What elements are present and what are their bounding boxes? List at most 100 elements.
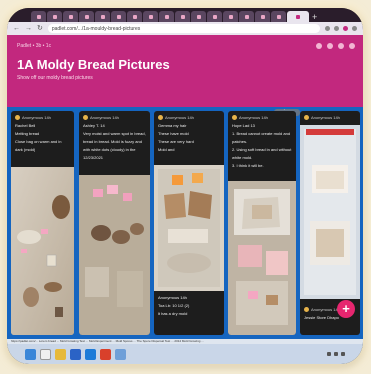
post-card[interactable]: Anonymous 14h Gemma my hair These have m… xyxy=(154,111,224,335)
post-card[interactable]: Anonymous 14h Rachel Bell Melting bread … xyxy=(11,111,74,335)
reload-icon[interactable]: ↻ xyxy=(37,25,43,32)
wifi-icon[interactable] xyxy=(327,352,331,356)
breadcrumb[interactable]: Padlet • 3b • 1c xyxy=(17,43,51,49)
post-line: lt has a dry mold xyxy=(158,311,188,316)
browser-tab[interactable] xyxy=(207,11,222,22)
tab-favicon-icon xyxy=(52,14,57,19)
browser-toolbar-icons xyxy=(325,26,357,31)
post-line: 3. I think it will be. xyxy=(232,163,264,168)
post-line: bread in bread. Mold is fuzzy and xyxy=(83,139,142,144)
browser-tab[interactable] xyxy=(159,11,174,22)
post-line: dark (mold) xyxy=(15,147,36,152)
author-name: Anonymous 14h xyxy=(239,115,268,120)
share-icon[interactable] xyxy=(327,43,333,49)
post-line: Hope Lad 13 xyxy=(232,123,255,128)
word-icon[interactable] xyxy=(70,348,81,360)
post-author: Anonymous 14h xyxy=(79,111,150,123)
post-line: Gemma my hair xyxy=(158,123,187,128)
new-tab-icon[interactable]: + xyxy=(312,12,317,22)
tab-favicon-icon xyxy=(116,14,121,19)
post-card[interactable]: Anonymous 14h Ashley T. 14 Very moist an… xyxy=(79,111,150,335)
browser-tab[interactable] xyxy=(31,11,46,22)
post-line: with white dots (cloudy) in the xyxy=(83,147,136,152)
post-photo[interactable] xyxy=(228,181,296,335)
post-photo[interactable] xyxy=(79,175,150,335)
post-line: Rachel Bell xyxy=(15,123,36,128)
avatar xyxy=(83,115,88,120)
post-photo[interactable] xyxy=(300,125,360,299)
author-name: Anonymous 14h xyxy=(165,115,194,120)
browser-tab[interactable] xyxy=(95,11,110,22)
post-line: 1. Bread cannot create mold and xyxy=(232,131,291,136)
post-line: 12/23/2021 xyxy=(83,155,104,160)
padlet-board: ⋮ ... Anonymous 14h Rachel Bell Melting … xyxy=(7,107,363,339)
file-explorer-icon[interactable] xyxy=(55,348,66,360)
post-photo[interactable] xyxy=(11,167,74,335)
tab-favicon-icon xyxy=(68,14,73,19)
browser-tab[interactable] xyxy=(143,11,158,22)
screenshot-frame: + ← → ↻ padlet.com/.../1a-mouldy-bread-p… xyxy=(7,8,363,364)
tab-favicon-icon xyxy=(244,14,249,19)
header-actions xyxy=(316,43,355,49)
post-line: These have mold xyxy=(158,131,189,136)
menu-icon[interactable] xyxy=(352,26,357,31)
page-subtitle: Show off our moldy bread pictures xyxy=(17,75,93,81)
browser-tab[interactable] xyxy=(63,11,78,22)
settings-icon[interactable] xyxy=(338,43,344,49)
browser-tab[interactable] xyxy=(239,11,254,22)
post-author: Anonymous 14h xyxy=(11,111,74,123)
tab-favicon-icon xyxy=(196,14,201,19)
post-body: Anonymous 14h Toa Lb: 10 1/2 (2) lt has … xyxy=(154,295,193,319)
post-body: Ashley T. 14 Very moist and warm spot in… xyxy=(79,123,150,161)
browser-tab[interactable] xyxy=(127,11,142,22)
tab-favicon-icon xyxy=(148,14,153,19)
browser-tab[interactable] xyxy=(255,11,270,22)
author-name: Anonymous 14h xyxy=(311,115,340,120)
post-card[interactable]: Anonymous 14h Hope Lad 13 1. Bread canno… xyxy=(228,111,296,335)
outlook-icon[interactable] xyxy=(85,348,96,360)
browser-tab[interactable] xyxy=(223,11,238,22)
post-line: Jessie Store Dhapo xyxy=(304,315,339,320)
system-tray xyxy=(327,352,345,356)
star-icon[interactable] xyxy=(325,26,330,31)
heart-icon[interactable] xyxy=(316,43,322,49)
search-icon[interactable] xyxy=(40,348,51,360)
url-field[interactable]: padlet.com/.../1a-mouldy-bread-pictures xyxy=(47,24,320,33)
taskbar xyxy=(7,344,363,364)
avatar xyxy=(158,115,163,120)
forward-arrow-icon[interactable]: → xyxy=(25,25,32,32)
browser-tab[interactable] xyxy=(191,11,206,22)
post-photo[interactable] xyxy=(154,165,224,291)
browser-tab[interactable] xyxy=(175,11,190,22)
post-line: These are very hard xyxy=(158,139,194,144)
clock-icon[interactable] xyxy=(341,352,345,356)
avatar xyxy=(232,115,237,120)
photos-icon[interactable] xyxy=(115,348,126,360)
author-name: Anonymous 14h xyxy=(90,115,119,120)
tab-favicon-icon xyxy=(84,14,89,19)
add-post-button[interactable]: + xyxy=(337,300,355,318)
browser-tab[interactable] xyxy=(47,11,62,22)
back-arrow-icon[interactable]: ← xyxy=(13,25,20,32)
avatar xyxy=(15,115,20,120)
tab-favicon-icon xyxy=(296,14,300,19)
author-name: Anonymous 14h xyxy=(311,307,340,312)
tab-favicon-icon xyxy=(180,14,185,19)
extensions-icon[interactable] xyxy=(334,26,339,31)
browser-tab[interactable] xyxy=(271,11,286,22)
browser-tab[interactable] xyxy=(79,11,94,22)
tab-favicon-icon xyxy=(132,14,137,19)
start-icon[interactable] xyxy=(25,348,36,360)
volume-icon[interactable] xyxy=(334,352,338,356)
powerpoint-icon[interactable] xyxy=(100,348,111,360)
profile-avatar[interactable] xyxy=(343,26,348,31)
tab-favicon-icon xyxy=(276,14,281,19)
more-icon[interactable] xyxy=(349,43,355,49)
tab-favicon-icon xyxy=(100,14,105,19)
browser-tab[interactable] xyxy=(111,11,126,22)
browser-tab-active[interactable] xyxy=(287,11,309,22)
post-body: Jessie Store Dhapo xyxy=(300,315,343,323)
post-body: Hope Lad 13 1. Bread cannot create mold … xyxy=(228,123,296,169)
post-author: Anonymous 14h xyxy=(228,111,296,123)
post-line: Very moist and warm spot in bread, xyxy=(83,131,146,136)
